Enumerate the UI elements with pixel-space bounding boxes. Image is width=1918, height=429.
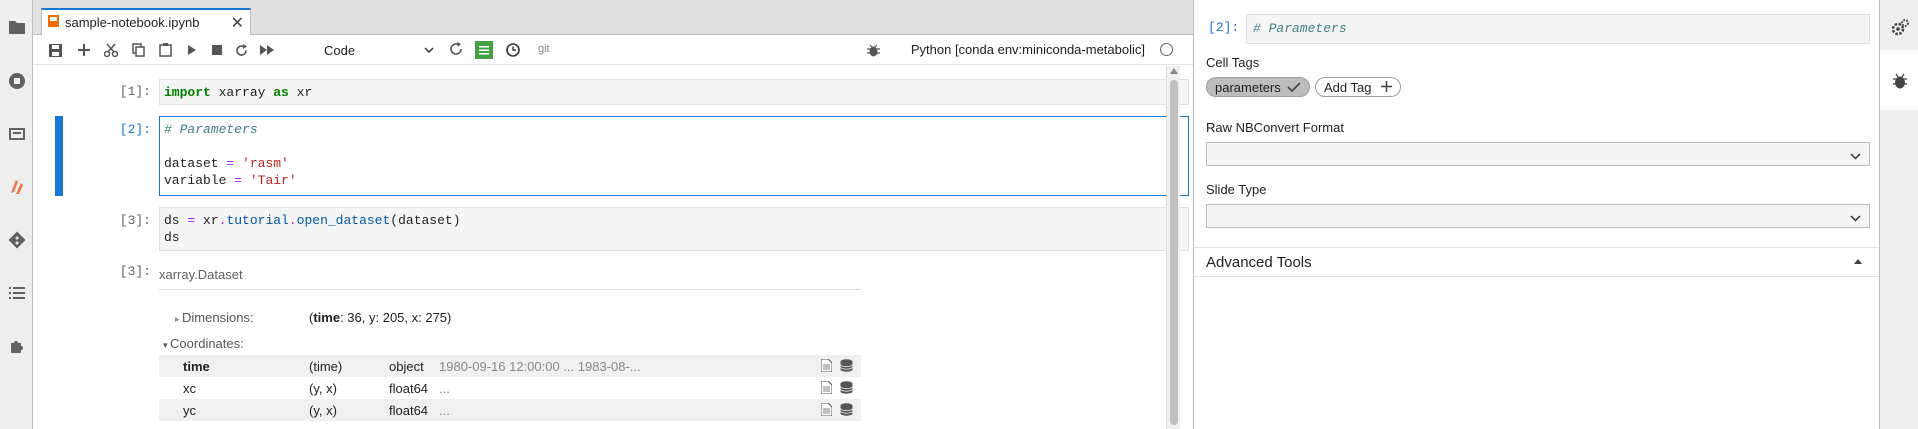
attributes-icon[interactable] [820, 402, 833, 419]
inspector-code-preview[interactable]: # Parameters [1246, 14, 1870, 44]
tab-strip: sample-notebook.ipynb ✕ [33, 0, 1193, 35]
paste-icon[interactable] [157, 42, 173, 58]
tab-label: sample-notebook.ipynb [65, 15, 200, 30]
copy-icon[interactable] [130, 42, 146, 58]
plus-icon [1381, 80, 1392, 95]
chevron-down-icon [424, 43, 434, 58]
tag-label: parameters [1215, 79, 1281, 95]
input-prompt: [3]: [119, 213, 151, 228]
chevron-down-icon [1850, 149, 1861, 164]
clock-icon[interactable] [505, 42, 521, 58]
scrollbar-thumb[interactable] [1170, 80, 1178, 425]
tab-sample-notebook[interactable]: sample-notebook.ipynb ✕ [41, 8, 251, 35]
property-inspector-gears-icon[interactable] [1889, 17, 1911, 39]
debugger-icon[interactable] [865, 42, 881, 58]
input-prompt: [2]: [119, 122, 151, 137]
dimensions-row[interactable]: ▸ Dimensions: (time: 36, y: 205, x: 275) [159, 306, 861, 328]
notebook-scrollbar[interactable] [1166, 66, 1180, 429]
raw-format-label: Raw NBConvert Format [1206, 120, 1344, 135]
raw-format-select[interactable] [1206, 142, 1870, 166]
property-inspector: [2]: # Parameters Cell Tags parameters A… [1193, 0, 1880, 429]
add-tag-label: Add Tag [1324, 79, 1372, 95]
coordinate-row: time (time) object 1980-09-16 12:00:00 .… [159, 355, 861, 377]
git-icon[interactable] [6, 229, 28, 251]
output-header: xarray.Dataset [159, 264, 861, 290]
code-cell[interactable]: import xarray as xr [159, 79, 1189, 105]
attributes-icon[interactable] [820, 380, 833, 397]
cut-icon[interactable] [103, 42, 119, 58]
toc-icon[interactable] [6, 282, 28, 304]
database-icon[interactable] [840, 381, 853, 397]
coordinate-row: xc (y, x) float64 ... [159, 377, 861, 399]
inspector-prompt: [2]: [1208, 20, 1240, 35]
notebook-panel: [1]: import xarray as xr [2]: # Paramete… [33, 66, 1193, 429]
folder-icon[interactable] [6, 16, 28, 38]
advanced-tools-label: Advanced Tools [1206, 254, 1312, 271]
kernel-status-indicator [1160, 43, 1173, 56]
close-icon[interactable]: ✕ [231, 13, 244, 33]
database-icon[interactable] [840, 403, 853, 419]
cell-type-value: Code [324, 42, 356, 58]
cell-type-dropdown[interactable]: Code [320, 40, 438, 60]
add-cell-icon[interactable] [76, 42, 92, 58]
kernel-name[interactable]: Python [conda env:miniconda-metabolic] [911, 42, 1145, 57]
cell-collapser[interactable] [55, 116, 63, 196]
database-icon[interactable] [840, 359, 853, 375]
coordinates-label: ▾ Coordinates: [163, 335, 244, 351]
right-activity-bar [1879, 0, 1918, 429]
debugger-icon[interactable] [1889, 70, 1911, 92]
dimensions-label: ▸ Dimensions: [175, 309, 254, 325]
attributes-icon[interactable] [820, 358, 833, 375]
advanced-tools-section[interactable]: Advanced Tools [1194, 247, 1880, 277]
restart-icon[interactable] [233, 42, 249, 58]
extensions-icon[interactable] [6, 335, 28, 357]
property-inspector-icon[interactable] [475, 41, 493, 59]
notebook-toolbar: Code git Python [conda env:miniconda-met… [33, 35, 1193, 65]
dimensions-value: (time: 36, y: 205, x: 275) [309, 309, 452, 325]
code-cell-active[interactable]: # Parameters dataset = 'rasm' variable =… [159, 116, 1189, 196]
commands-icon[interactable] [6, 123, 28, 145]
code-cell[interactable]: ds = xr.tutorial.open_dataset(dataset) d… [159, 207, 1189, 251]
input-prompt: [1]: [119, 84, 151, 99]
notebook-icon [48, 15, 59, 30]
check-icon [1287, 80, 1301, 95]
running-kernels-icon[interactable] [6, 70, 28, 92]
chevron-down-icon [1850, 211, 1861, 226]
left-activity-bar [0, 0, 33, 429]
slide-type-label: Slide Type [1206, 182, 1267, 197]
stop-icon[interactable] [209, 42, 225, 58]
cell-tags-label: Cell Tags [1206, 55, 1260, 70]
git-label[interactable]: git [538, 43, 550, 55]
fast-forward-icon[interactable] [259, 42, 275, 58]
coordinate-row: yc (y, x) float64 ... [159, 399, 861, 421]
add-tag-button[interactable]: Add Tag [1315, 77, 1401, 97]
save-icon[interactable] [47, 42, 63, 58]
scroll-up-icon[interactable] [1170, 68, 1178, 74]
run-icon[interactable] [184, 42, 200, 58]
caret-up-icon [1854, 259, 1862, 264]
tag-parameters[interactable]: parameters [1206, 77, 1310, 97]
slide-type-select[interactable] [1206, 204, 1870, 228]
coordinates-row[interactable]: ▾ Coordinates: [159, 332, 861, 354]
output-prompt: [3]: [119, 264, 151, 279]
dask-icon[interactable] [6, 176, 28, 198]
refresh-kernel-icon[interactable] [448, 41, 464, 57]
